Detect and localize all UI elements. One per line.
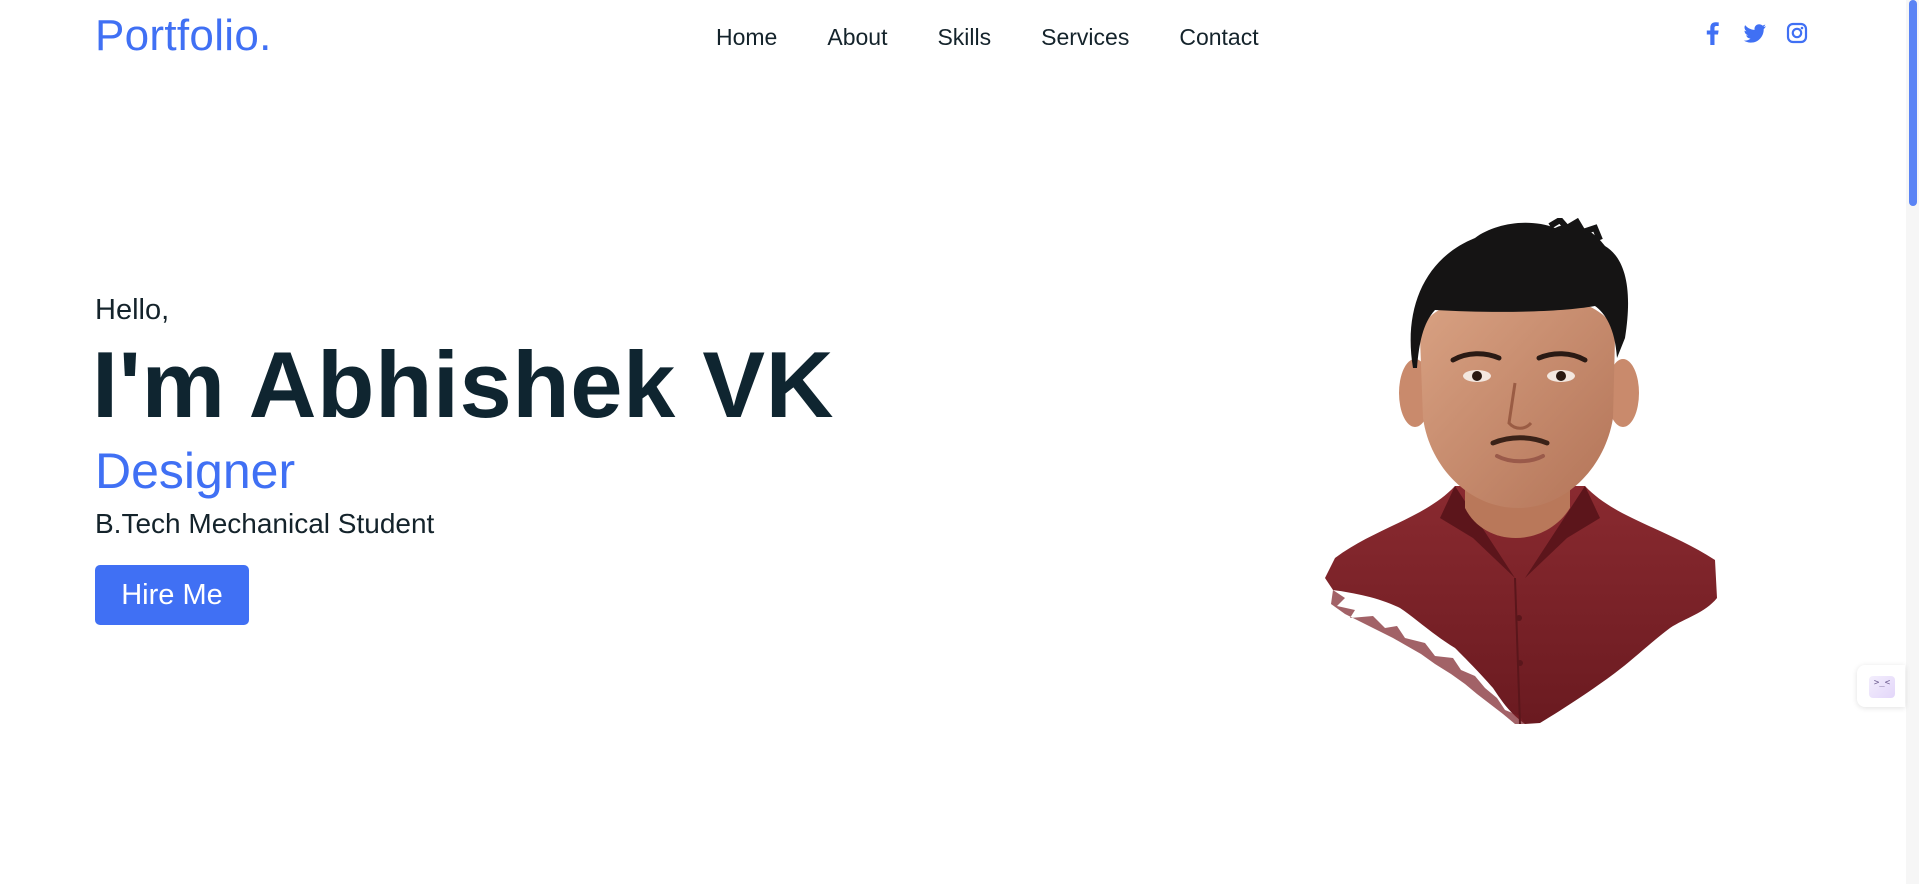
main-nav: Home About Skills Services Contact bbox=[716, 20, 1309, 54]
logo-link[interactable]: Portfolio. bbox=[95, 10, 272, 62]
twitter-icon[interactable] bbox=[1742, 20, 1768, 46]
nav-services-link[interactable]: Services bbox=[1041, 20, 1129, 54]
subtitle-text: B.Tech Mechanical Student bbox=[95, 508, 435, 539]
role-text: Designer bbox=[95, 443, 296, 499]
nav-skills-link[interactable]: Skills bbox=[937, 20, 991, 54]
greeting-text: Hello, bbox=[95, 294, 170, 326]
nav-about-link[interactable]: About bbox=[827, 20, 887, 54]
scrollbar-thumb[interactable] bbox=[1909, 0, 1917, 206]
profile-photo bbox=[1315, 216, 1720, 726]
hero-name-heading: I'm Abhishek VK bbox=[92, 332, 834, 437]
page: Portfolio. Home About Skills Services Co… bbox=[0, 0, 1919, 884]
hire-me-button[interactable]: Hire Me bbox=[95, 565, 249, 625]
facebook-icon[interactable] bbox=[1702, 20, 1724, 46]
instagram-icon[interactable] bbox=[1786, 20, 1808, 46]
social-links bbox=[1702, 20, 1808, 46]
nav-home-link[interactable]: Home bbox=[716, 20, 777, 54]
floating-widget[interactable]: >_< bbox=[1857, 665, 1905, 707]
page-scrollbar[interactable] bbox=[1906, 0, 1919, 884]
site-header: Portfolio. Home About Skills Services Co… bbox=[0, 0, 1900, 74]
nav-contact-link[interactable]: Contact bbox=[1179, 20, 1258, 54]
extension-icon: >_< bbox=[1869, 676, 1895, 698]
